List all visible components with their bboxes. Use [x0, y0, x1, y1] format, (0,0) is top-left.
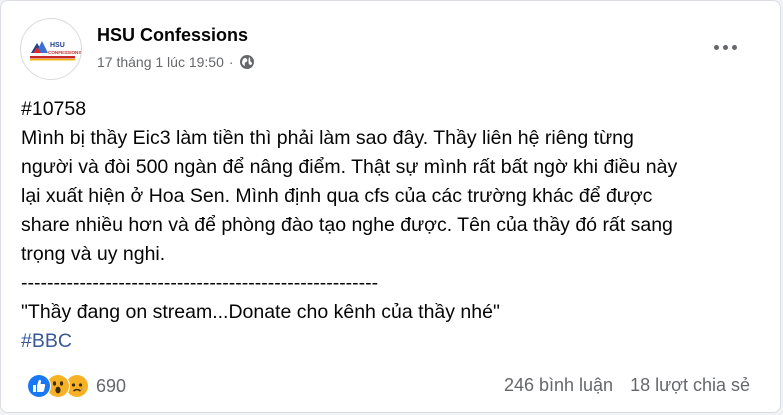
post-text-line: người và đòi 500 ngàn để nâng điểm. Thật… [21, 156, 678, 178]
hashtag-link[interactable]: #BBC [21, 327, 761, 356]
reaction-count: 690 [96, 375, 127, 396]
shares-count-link[interactable]: 18 lượt chia sẻ [630, 375, 750, 395]
page-name-link[interactable]: HSU Confessions [97, 25, 248, 46]
post-body: #10758 Mình bị thầy Eic3 làm tiền thì ph… [21, 95, 761, 356]
more-options-icon[interactable] [707, 32, 743, 62]
post-timestamp[interactable]: 17 tháng 1 lúc 19:50 [97, 54, 224, 70]
post-text-line: lại xuất hiện ở Hoa Sen. Mình định qua c… [21, 185, 653, 207]
post-text-line: trọng và uy nghi. [21, 243, 166, 265]
post-text-line: Mình bị thầy Eic3 làm tiền thì phải làm … [21, 127, 634, 149]
engagement-stats: 246 bình luận 18 lượt chia sẻ [504, 375, 750, 396]
hsu-logo-icon: HSU CONFESSIONS [30, 41, 81, 61]
avatar-logo-text: HSU [50, 42, 65, 49]
like-icon [27, 374, 51, 398]
post-meta: 17 tháng 1 lúc 19:50 · [97, 54, 255, 70]
avatar-logo-subtext: CONFESSIONS [48, 50, 81, 55]
reactions-summary[interactable]: 690 [27, 374, 126, 398]
globe-icon[interactable] [239, 54, 255, 70]
meta-separator: · [228, 54, 234, 70]
comments-count-link[interactable]: 246 bình luận [504, 375, 613, 395]
post-divider: ----------------------------------------… [21, 272, 379, 294]
page-avatar[interactable]: HSU CONFESSIONS [20, 18, 82, 80]
post-id-tag: #10758 [21, 98, 87, 120]
post-quote: "Thầy đang on stream...Donate cho kênh c… [21, 301, 500, 323]
post-text-line: share nhiều hơn và để phòng đào tạo nghe… [21, 214, 673, 236]
post-card: HSU CONFESSIONS HSU Confessions 17 tháng… [0, 0, 781, 413]
